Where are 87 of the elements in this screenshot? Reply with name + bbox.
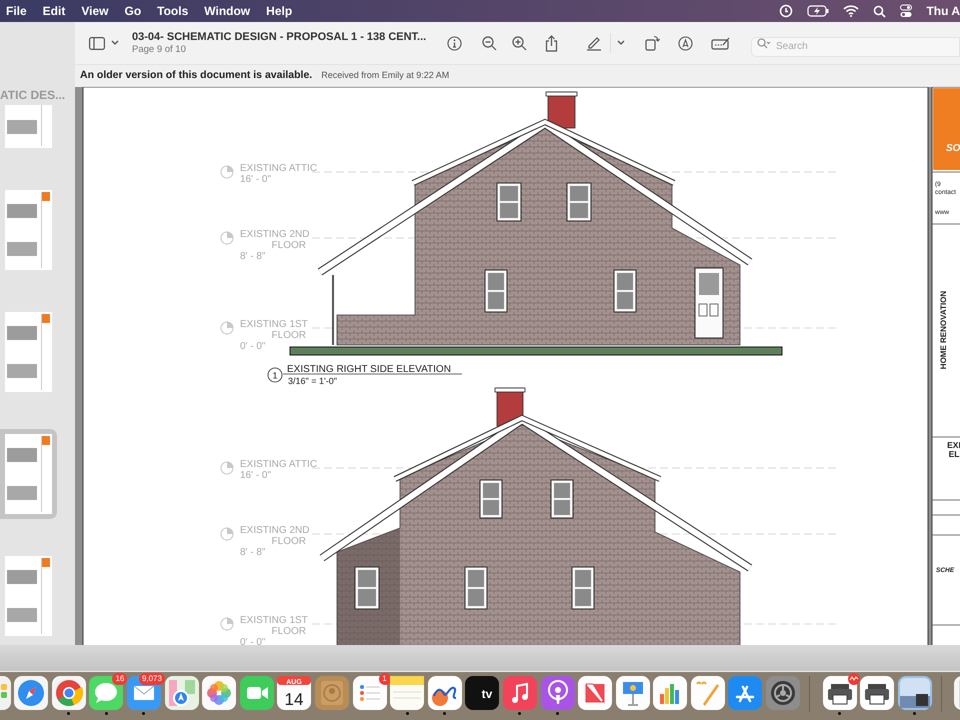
chevron-down-icon[interactable] [111, 40, 119, 46]
checklist-app-icon[interactable] [352, 676, 387, 710]
firm-name: SO [946, 143, 960, 154]
info-icon[interactable] [447, 36, 462, 50]
level-marker-icon [220, 232, 234, 244]
notice-detail: Received from Emily at 9:22 AM [321, 69, 450, 82]
notification-badge: 9,073 [138, 673, 165, 685]
sidebar-toggle-icon[interactable] [89, 36, 105, 50]
menu-item[interactable]: Tools [157, 2, 188, 20]
level-height: 16' - 0" [240, 174, 272, 185]
menu-item[interactable]: Edit [42, 2, 66, 20]
level-name: FLOOR [272, 536, 306, 547]
sidebar-caption: ATIC DES... [0, 87, 66, 104]
app-label: tv [482, 687, 493, 701]
map-app-icon[interactable] [164, 676, 199, 710]
notepad-app-icon[interactable] [390, 676, 424, 710]
menu-item[interactable]: Window [204, 2, 250, 20]
menu-item[interactable]: Help [266, 2, 292, 20]
drawing-scale: 3/16" = 1'-0" [288, 376, 337, 386]
photo-app-icon[interactable] [898, 676, 932, 710]
share-icon[interactable] [545, 34, 558, 52]
menu-item[interactable]: Go [124, 2, 142, 20]
music-app-icon[interactable] [502, 676, 537, 710]
level-height: 0' - 0" [240, 637, 266, 645]
level-name: EXISTING ATTIC [240, 163, 318, 174]
podcast-app-icon[interactable] [540, 676, 574, 710]
wifi-icon[interactable] [843, 5, 860, 17]
level-height: 16' - 0" [240, 470, 272, 481]
level-height: 0' - 0" [240, 341, 266, 352]
level-name: EXISTING 2ND [240, 229, 310, 240]
level-marker-icon [220, 528, 234, 540]
flower-app-icon[interactable] [202, 676, 236, 710]
chat-app-icon[interactable] [89, 676, 124, 710]
clock-icon[interactable] [779, 4, 794, 18]
detail-number: 1 [268, 368, 282, 382]
project-name: HOME RENOVATION [939, 290, 948, 370]
level-name: FLOOR [272, 626, 306, 637]
zoom-in-icon[interactable] [512, 36, 527, 50]
level-marker-icon [220, 166, 234, 178]
document-title: 03-04- SCHEMATIC DESIGN - PROPOSAL 1 - 138 CENT... [132, 30, 428, 44]
search-icon[interactable] [873, 4, 886, 18]
markup-icon[interactable] [678, 36, 693, 50]
zoom-out-icon[interactable] [482, 36, 497, 50]
printer-app-icon[interactable] [822, 676, 857, 710]
notice-message: An older version of this document is available. [80, 68, 312, 84]
level-marker-icon [220, 462, 234, 474]
printer-app-icon[interactable] [860, 676, 894, 710]
appstore-app-icon[interactable] [728, 676, 762, 710]
menu-item[interactable]: File [6, 2, 27, 20]
menu-bar-clock[interactable]: Thu A [926, 2, 960, 20]
level-name: EXISTING ATTIC [240, 459, 318, 470]
page-indicator: Page 9 of 10 [132, 44, 187, 56]
lectern-app-icon[interactable] [616, 676, 650, 710]
pen-app-icon[interactable] [690, 676, 725, 710]
compass-app-icon[interactable] [14, 676, 48, 710]
scribble-app-icon[interactable] [428, 676, 462, 710]
video-app-icon[interactable] [240, 676, 274, 710]
search-icon [757, 38, 771, 49]
level-height: 8' - 8" [240, 251, 266, 262]
gear-app-icon[interactable] [766, 676, 800, 710]
level-name: FLOOR [272, 240, 306, 251]
chevron-down-icon[interactable] [617, 40, 625, 46]
level-height: 8' - 8" [240, 547, 266, 558]
sheet-title: EL [948, 449, 960, 459]
sheet-title: EXI [947, 440, 960, 450]
page-thumbnail[interactable] [0, 429, 57, 519]
battery-icon[interactable] [807, 5, 830, 17]
calendar-day: 14 [284, 690, 304, 709]
rotate-icon[interactable] [645, 35, 660, 51]
browser-app-icon[interactable] [52, 676, 86, 710]
barchart-app-icon[interactable] [653, 676, 688, 710]
search-field[interactable]: Search [751, 36, 960, 56]
level-name: FLOOR [272, 330, 306, 341]
toggle-switches-icon[interactable] [900, 4, 912, 18]
level-name: EXISTING 1ST [240, 615, 308, 626]
notification-badge: 1 [378, 673, 391, 685]
signature-icon[interactable] [711, 36, 731, 50]
level-marker-icon [220, 618, 234, 630]
tv-app-icon[interactable]: tv [465, 676, 500, 710]
elevation-title: EXISTING RIGHT SIDE ELEVATION [287, 364, 451, 375]
news-app-icon[interactable] [578, 676, 612, 710]
menu-item[interactable]: View [81, 2, 108, 20]
pen-icon[interactable] [586, 35, 602, 51]
level-name: EXISTING 1ST [240, 319, 308, 330]
level-marker-icon [220, 322, 234, 334]
level-name: EXISTING 2ND [240, 525, 310, 536]
notification-badge: 16 [112, 673, 128, 685]
